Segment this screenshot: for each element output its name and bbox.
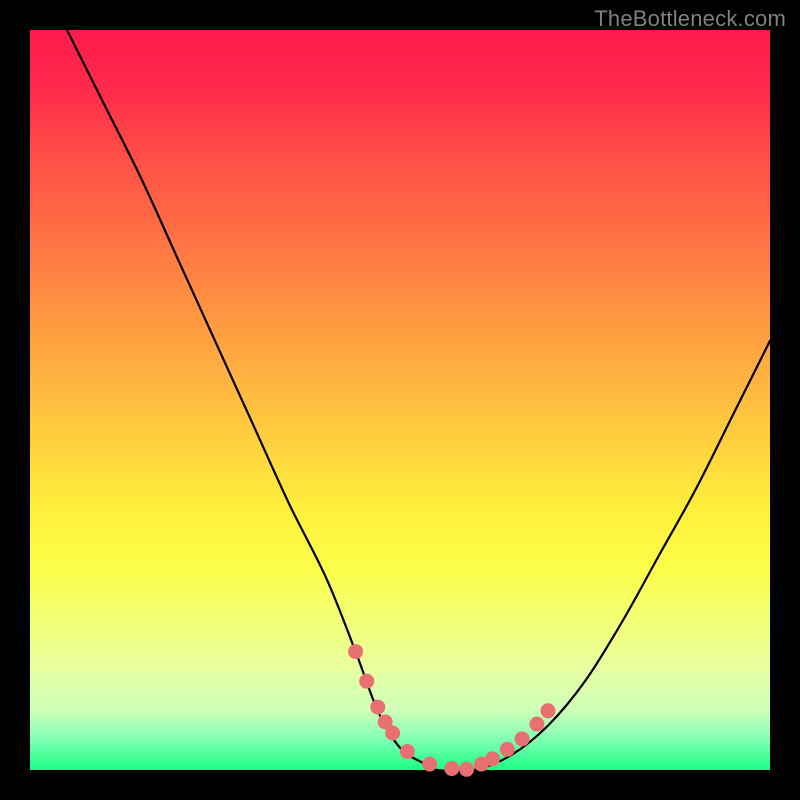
highlight-marker bbox=[500, 742, 515, 757]
curve-layer bbox=[30, 30, 770, 770]
highlight-marker bbox=[459, 762, 474, 777]
highlight-marker bbox=[359, 674, 374, 689]
highlight-marker bbox=[485, 751, 500, 766]
highlight-marker bbox=[385, 726, 400, 741]
highlight-marker bbox=[370, 700, 385, 715]
highlight-marker bbox=[348, 644, 363, 659]
highlight-marker bbox=[529, 717, 544, 732]
highlight-marker bbox=[422, 757, 437, 772]
highlight-marker bbox=[444, 761, 459, 776]
highlight-marker bbox=[400, 744, 415, 759]
highlight-marker bbox=[515, 731, 530, 746]
chart-frame: TheBottleneck.com bbox=[0, 0, 800, 800]
watermark-text: TheBottleneck.com bbox=[594, 6, 786, 32]
highlight-marker bbox=[541, 703, 556, 718]
plot-area bbox=[30, 30, 770, 770]
bottleneck-curve bbox=[67, 30, 770, 771]
marker-group bbox=[348, 644, 555, 777]
